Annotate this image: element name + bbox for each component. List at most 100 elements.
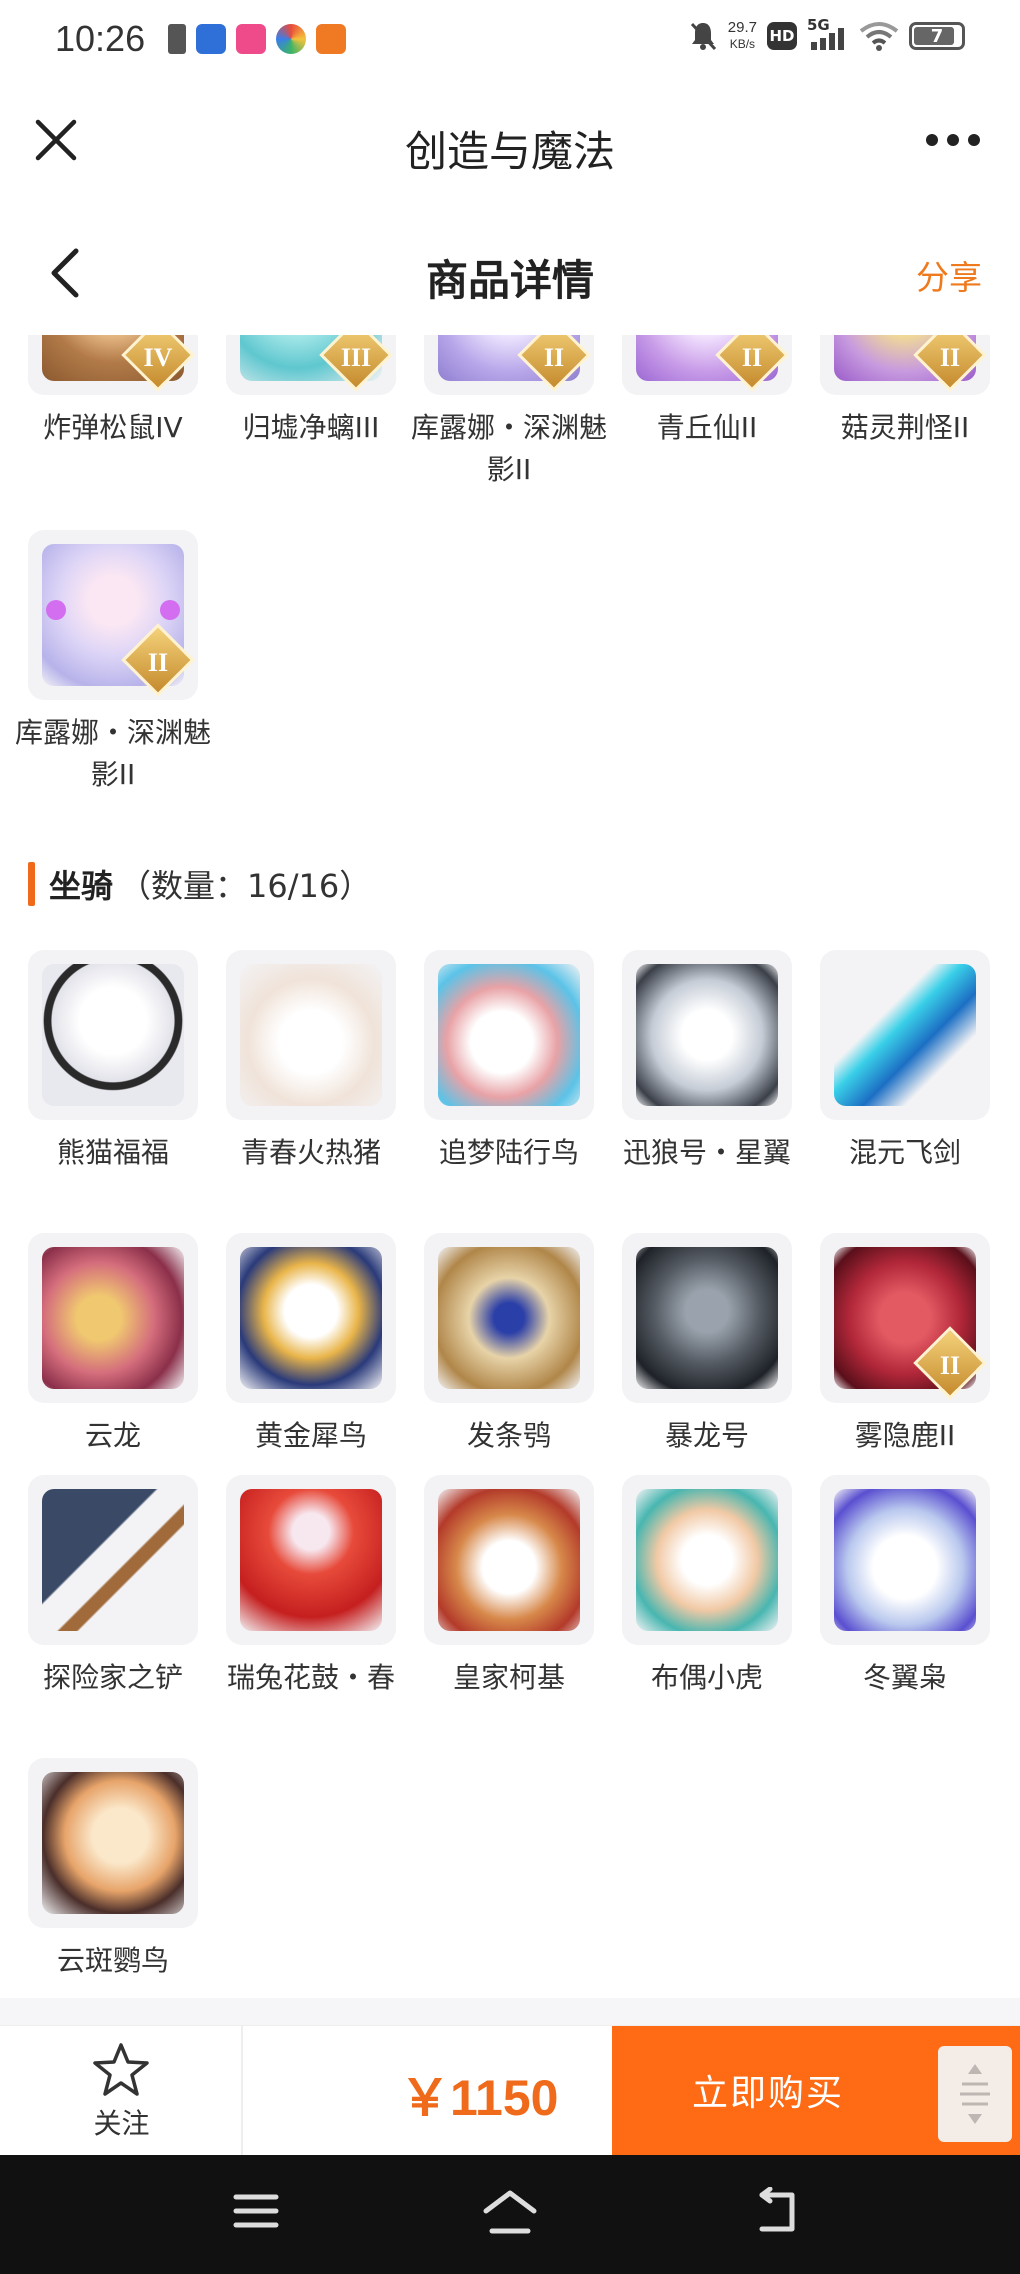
mount-image — [834, 964, 976, 1106]
pet-item[interactable]: II 库露娜・深渊魅影II — [15, 530, 211, 796]
section-count: （数量：16/16） — [119, 867, 372, 905]
scroll-handle[interactable] — [938, 2046, 1012, 2142]
pet-thumbnail: II — [424, 335, 594, 395]
mount-image — [240, 964, 382, 1106]
mount-name: 皇家柯基 — [452, 1661, 565, 1694]
mount-name: 探险家之铲 — [42, 1661, 183, 1694]
mount-thumbnail — [28, 1475, 198, 1645]
mount-thumbnail — [622, 950, 792, 1120]
hd-badge: HD — [767, 22, 797, 50]
mount-item[interactable]: 布偶小虎 — [622, 1475, 792, 1699]
pet-name: 青丘仙II — [656, 411, 758, 444]
mount-name: 云斑鹦鸟 — [56, 1944, 169, 1977]
mount-thumbnail — [424, 1475, 594, 1645]
mount-item[interactable]: II 雾隐鹿II — [820, 1233, 990, 1457]
mount-thumbnail — [820, 1475, 990, 1645]
back-nav-icon[interactable] — [752, 2187, 802, 2237]
mount-item[interactable]: 暴龙号 — [622, 1233, 792, 1457]
app-notification-icon — [316, 24, 346, 54]
follow-label: 关注 — [93, 2107, 150, 2140]
mount-image — [42, 1772, 184, 1914]
mount-name: 黄金犀鸟 — [254, 1419, 367, 1452]
pet-thumbnail: II — [622, 335, 792, 395]
pet-item[interactable]: II 菇灵荆怪II — [820, 335, 990, 449]
pet-item[interactable]: IV 炸弹松鼠IV — [28, 335, 198, 449]
mount-item[interactable]: 冬翼枭 — [820, 1475, 990, 1699]
orb-icon — [46, 600, 66, 620]
mount-thumbnail — [424, 1233, 594, 1403]
menu-icon[interactable] — [232, 2187, 280, 2237]
mount-image — [438, 1489, 580, 1631]
mount-item[interactable]: 发条鸮 — [424, 1233, 594, 1457]
section-accent-bar — [28, 862, 35, 906]
status-time: 10:26 — [55, 18, 146, 59]
mount-item[interactable]: 瑞兔花鼓・春 — [226, 1475, 396, 1699]
mount-thumbnail — [622, 1233, 792, 1403]
mount-image — [42, 1489, 184, 1631]
mount-name: 云龙 — [84, 1419, 141, 1452]
app-title: 创造与魔法 — [404, 127, 615, 176]
pet-item[interactable]: II 青丘仙II — [622, 335, 792, 449]
share-button[interactable]: 分享 — [916, 251, 982, 299]
notification-app-icons — [168, 24, 346, 54]
mount-image — [438, 964, 580, 1106]
mini-app-title-bar: 创造与魔法 — [0, 80, 1020, 205]
section-title: 坐骑 — [49, 867, 114, 905]
mount-name: 雾隐鹿II — [854, 1419, 956, 1452]
pet-item[interactable]: III 归墟净螭III — [226, 335, 396, 449]
mount-name: 熊猫福福 — [56, 1136, 169, 1169]
mount-thumbnail — [28, 950, 198, 1120]
mount-item[interactable]: 迅狼号・星翼 — [622, 950, 792, 1174]
buy-now-button[interactable]: 立即购买 — [612, 2026, 1020, 2156]
mount-thumbnail — [226, 1475, 396, 1645]
mount-image — [438, 1247, 580, 1389]
mount-item[interactable]: 探险家之铲 — [28, 1475, 198, 1699]
mount-image — [240, 1489, 382, 1631]
mount-name: 瑞兔花鼓・春 — [226, 1661, 395, 1694]
mount-thumbnail — [226, 950, 396, 1120]
mount-item[interactable]: 皇家柯基 — [424, 1475, 594, 1699]
pet-thumbnail: III — [226, 335, 396, 395]
home-icon[interactable] — [480, 2187, 540, 2237]
product-detail-content[interactable]: IV 炸弹松鼠IV III 归墟净螭III II 库露娜・深渊魅影II II 青… — [0, 335, 1020, 2025]
pet-thumbnail: II — [820, 335, 990, 395]
content-divider — [0, 1998, 1020, 2025]
mount-item[interactable]: 云斑鹦鸟 — [28, 1758, 198, 1982]
more-icon[interactable] — [924, 128, 982, 152]
mounts-section-header: 坐骑 （数量：16/16） — [28, 860, 371, 908]
mount-image — [636, 964, 778, 1106]
mount-thumbnail — [424, 950, 594, 1120]
mount-item[interactable]: 云龙 — [28, 1233, 198, 1457]
system-navigation-bar — [0, 2155, 1020, 2274]
app-notification-icon — [196, 24, 226, 54]
mount-item[interactable]: 混元飞剑 — [820, 950, 990, 1174]
mount-thumbnail — [28, 1758, 198, 1928]
mount-item[interactable]: 追梦陆行鸟 — [424, 950, 594, 1174]
pet-thumbnail: IV — [28, 335, 198, 395]
app-notification-icon — [276, 24, 306, 54]
mount-thumbnail — [226, 1233, 396, 1403]
mount-image — [42, 1247, 184, 1389]
mount-item[interactable]: 黄金犀鸟 — [226, 1233, 396, 1457]
pet-thumbnail: II — [28, 530, 198, 700]
mount-name: 暴龙号 — [664, 1419, 749, 1452]
mount-image — [834, 1489, 976, 1631]
mount-thumbnail — [820, 950, 990, 1120]
orb-icon — [160, 600, 180, 620]
mount-name: 追梦陆行鸟 — [438, 1136, 579, 1169]
app-notification-icon — [168, 24, 186, 54]
status-icons: 29.7 KB/s HD 5G 7 — [688, 16, 965, 52]
mount-item[interactable]: 青春火热猪 — [226, 950, 396, 1174]
page-title: 商品详情 — [425, 256, 594, 305]
pet-name: 库露娜・深渊魅影II — [410, 411, 607, 486]
mount-image — [240, 1247, 382, 1389]
pet-item[interactable]: II 库露娜・深渊魅影II — [411, 335, 607, 491]
mount-item[interactable]: 熊猫福福 — [28, 950, 198, 1174]
follow-button[interactable]: 关注 — [0, 2026, 243, 2156]
star-icon — [93, 2043, 149, 2096]
scroll-handle-icon — [960, 2064, 990, 2124]
pet-name: 库露娜・深渊魅影II — [14, 716, 211, 791]
mount-image — [636, 1489, 778, 1631]
page-header: 商品详情 分享 — [0, 205, 1020, 335]
pet-name: 炸弹松鼠IV — [43, 411, 183, 444]
